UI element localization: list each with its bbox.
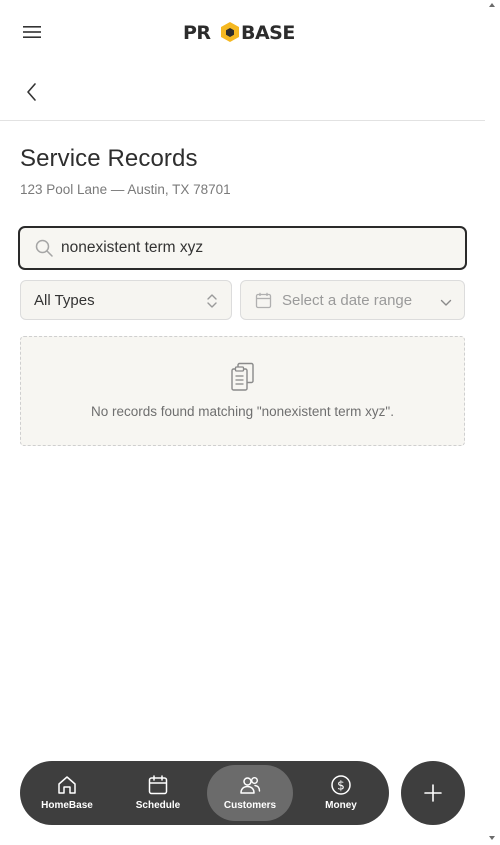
chevron-down-icon (440, 295, 452, 306)
empty-state-message: No records found matching "nonexistent t… (91, 404, 394, 419)
calendar-icon (255, 292, 272, 309)
sub-header (0, 64, 485, 121)
nav-label: HomeBase (41, 800, 93, 811)
svg-text:$: $ (337, 779, 345, 793)
top-header: PR BASE (0, 0, 485, 64)
nav-label: Schedule (135, 800, 181, 811)
dollar-icon: $ (330, 774, 352, 796)
add-button[interactable] (401, 761, 465, 825)
search-icon (35, 239, 53, 257)
nav-item-money[interactable]: $ Money (298, 765, 384, 821)
nav-item-schedule[interactable]: Schedule (115, 765, 201, 821)
nav-label: Money (325, 800, 357, 811)
type-filter-select[interactable]: All Types (20, 280, 232, 320)
bottom-nav: HomeBase Schedule Customers $ Money (20, 761, 389, 825)
nav-label: Customers (223, 800, 277, 811)
type-filter-value: All Types (34, 292, 95, 309)
vertical-scrollbar[interactable] (485, 0, 500, 845)
hamburger-menu-icon[interactable] (20, 20, 44, 44)
calendar-icon (147, 774, 169, 796)
date-range-picker[interactable]: Select a date range (240, 280, 465, 320)
clipboard-icon (229, 362, 257, 392)
svg-text:BASE: BASE (241, 22, 295, 44)
plus-icon (424, 784, 442, 802)
search-field[interactable] (18, 226, 467, 270)
users-icon (239, 774, 261, 796)
page-title: Service Records (20, 145, 198, 172)
date-range-placeholder: Select a date range (282, 292, 413, 309)
scroll-up-arrow-icon[interactable] (489, 3, 495, 7)
page: PR BASE Service Records 123 Pool Lane — … (0, 0, 485, 845)
nav-item-customers[interactable]: Customers (207, 765, 293, 821)
nav-item-homebase[interactable]: HomeBase (24, 765, 110, 821)
svg-text:PR: PR (183, 22, 211, 44)
back-arrow-icon[interactable] (20, 80, 44, 104)
empty-state: No records found matching "nonexistent t… (20, 336, 465, 446)
scroll-down-arrow-icon[interactable] (489, 836, 495, 840)
search-input[interactable] (61, 228, 451, 268)
home-icon (56, 774, 78, 796)
customer-address: 123 Pool Lane — Austin, TX 78701 (20, 182, 231, 197)
chevron-up-down-icon (206, 292, 218, 310)
probase-logo[interactable]: PR BASE (183, 19, 305, 45)
